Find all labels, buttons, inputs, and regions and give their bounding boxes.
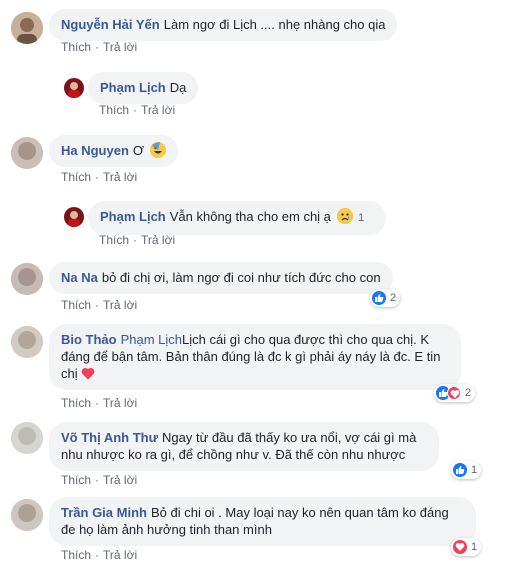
avatar[interactable] <box>64 78 84 98</box>
comment-author[interactable]: Na Na <box>61 270 98 285</box>
reaction-count: 1 <box>471 541 478 553</box>
reply-link[interactable]: Trả lời <box>141 233 175 247</box>
comment-actions: Thích · Trả lời <box>61 40 138 54</box>
like-link[interactable]: Thích <box>61 40 91 54</box>
reply-link[interactable]: Trả lời <box>103 170 137 184</box>
avatar-photo <box>64 78 84 98</box>
avatar-photo <box>11 263 43 295</box>
avatar[interactable] <box>11 422 43 454</box>
reaction-count: 1 <box>471 464 478 476</box>
comment-actions: Thích · Trả lời <box>61 473 138 487</box>
comment-author[interactable]: Trần Gia Minh <box>61 505 147 520</box>
avatar[interactable] <box>11 137 43 169</box>
avatar-photo <box>11 326 43 358</box>
comment-author[interactable]: Phạm Lịch <box>100 209 166 224</box>
sad-emoji-icon <box>336 208 353 224</box>
comment-actions: Thích · Trả lời <box>61 548 138 562</box>
avatar[interactable] <box>64 207 84 227</box>
comment-bubble: Võ Thị Anh Thư Ngay từ đầu đã thấy ko ưa … <box>49 422 439 471</box>
comment-author[interactable]: Phạm Lịch <box>100 80 166 95</box>
comment-text: Ơ <box>132 143 145 158</box>
heart-emoji-icon <box>81 368 95 380</box>
comment-author[interactable]: Bio Thảo <box>61 332 117 347</box>
reply-link[interactable]: Trả lời <box>103 473 137 487</box>
reaction-summary[interactable]: 1 <box>451 461 482 479</box>
comment-actions: Thích · Trả lời <box>61 170 138 184</box>
reaction-summary[interactable]: 2 <box>434 384 476 402</box>
reply-link[interactable]: Trả lời <box>103 298 137 312</box>
comment-actions: Thích · Trả lời <box>99 103 176 117</box>
comment-bubble: Na Na bỏ đi chị ơi, làm ngơ đi coi như tí… <box>49 262 393 294</box>
avatar-photo <box>11 499 43 531</box>
reaction-summary[interactable]: 2 <box>370 289 401 307</box>
comment-bubble: Nguyễn Hải Yến Làm ngơ đi Lịch .... nhẹ n… <box>49 9 398 41</box>
comment-bubble: Trần Gia Minh Bỏ đi chi oi . May loại nay… <box>49 497 476 546</box>
reaction-count[interactable]: 1 <box>358 212 364 224</box>
comment-author[interactable]: Võ Thị Anh Thư <box>61 430 158 445</box>
like-link[interactable]: Thích <box>99 103 129 117</box>
like-icon <box>453 463 467 477</box>
avatar-photo <box>11 137 43 169</box>
comment-text: Lịch cái gì cho qua được thì cho qua chị… <box>61 332 441 381</box>
like-link[interactable]: Thích <box>61 548 91 562</box>
like-link[interactable]: Thích <box>99 233 129 247</box>
avatar-photo <box>64 207 84 227</box>
avatar[interactable] <box>11 326 43 358</box>
smiley-emoji-icon <box>149 142 166 158</box>
reply-link[interactable]: Trả lời <box>103 40 137 54</box>
comment-bubble: Bio Thảo Phạm LịchLịch cái gì cho qua đượ… <box>49 324 461 390</box>
comment-actions: Thích · Trả lời <box>61 396 138 410</box>
love-icon <box>447 386 461 400</box>
reply-link[interactable]: Trả lời <box>141 103 175 117</box>
avatar[interactable] <box>11 12 43 44</box>
comment-bubble: Phạm Lịch Dạ <box>88 72 199 104</box>
avatar[interactable] <box>11 499 43 531</box>
like-link[interactable]: Thích <box>61 473 91 487</box>
comment-text: Làm ngơ đi Lịch .... nhẹ nhàng cho qia <box>163 17 386 32</box>
comment-author[interactable]: Ha Nguyen <box>61 143 129 158</box>
reply-link[interactable]: Trả lời <box>103 396 137 410</box>
like-link[interactable]: Thích <box>61 170 91 184</box>
reply-link[interactable]: Trả lời <box>103 548 137 562</box>
comment-bubble: Phạm Lịch Vẫn không tha cho em chị ạ 1 <box>88 201 387 235</box>
mention-tag[interactable]: Phạm Lịch <box>121 332 182 347</box>
comment-text: bỏ đi chị ơi, làm ngơ đi coi như tích đứ… <box>101 270 381 285</box>
like-link[interactable]: Thích <box>61 298 91 312</box>
comment-author[interactable]: Nguyễn Hải Yến <box>61 17 160 32</box>
comment-bubble: Ha Nguyen Ơ <box>49 135 178 167</box>
love-icon <box>453 540 467 554</box>
avatar[interactable] <box>11 263 43 295</box>
comment-actions: Thích · Trả lời <box>61 298 138 312</box>
reaction-count: 2 <box>465 387 472 399</box>
like-link[interactable]: Thích <box>61 396 91 410</box>
avatar-photo <box>11 422 43 454</box>
like-icon <box>372 291 386 305</box>
comment-actions: Thích · Trả lời <box>99 233 176 247</box>
comment-text: Vẫn không tha cho em chị ạ <box>169 209 331 224</box>
comment-text: Dạ <box>169 80 187 95</box>
reaction-count: 2 <box>390 292 397 304</box>
avatar-photo <box>11 12 43 44</box>
reaction-summary[interactable]: 1 <box>451 538 482 556</box>
